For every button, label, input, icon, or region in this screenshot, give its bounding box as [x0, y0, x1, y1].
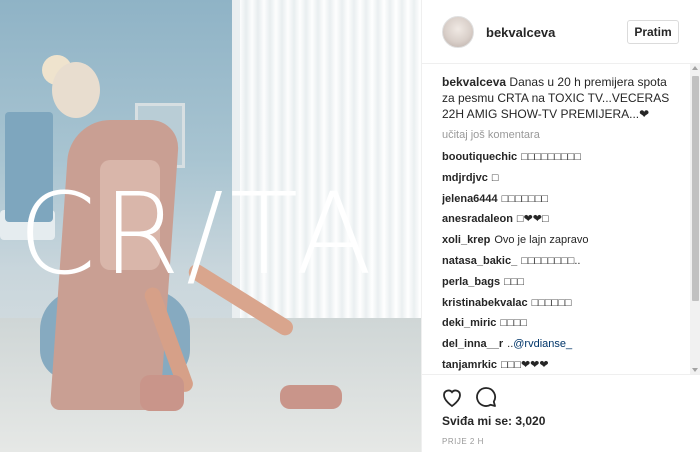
comment-username[interactable]: kristinabekvalac	[442, 297, 528, 309]
instagram-post: CR/TA bekvalceva Pratim bekvalceva Danas…	[0, 0, 700, 452]
caption-username[interactable]: bekvalceva	[442, 75, 506, 89]
comment-username[interactable]: del_inna__r	[442, 338, 503, 350]
comment-username[interactable]: perla_bags	[442, 276, 500, 288]
comment-item: kristinabekvalac □□□□□□	[442, 293, 682, 314]
comment-item: jelena6444 □□□□□□□	[442, 189, 682, 210]
comment-item: deki_miric □□□□	[442, 313, 682, 334]
comment-username[interactable]: xoli_krep	[442, 234, 490, 246]
comment-item: tanjamrkic □□□❤❤❤	[442, 355, 682, 374]
comment-item: natasa_bakic_ □□□□□□□□..	[442, 251, 682, 272]
comment-username[interactable]: mdjrdjvc	[442, 172, 488, 184]
heel-shoe	[140, 375, 184, 411]
comment-text: □❤❤□	[516, 213, 549, 226]
comment-username[interactable]: deki_miric	[442, 317, 496, 329]
comment-text: Ovo je lajn zapravo	[494, 234, 589, 247]
comment-text: □□□□	[500, 317, 527, 330]
post-sidebar: bekvalceva Pratim bekvalceva Danas u 20 …	[421, 0, 700, 452]
comment-username[interactable]: anesradaleon	[442, 213, 513, 225]
scroll-up-arrow-icon[interactable]	[692, 66, 698, 70]
comment-text: □□□□□□□□..	[521, 254, 581, 267]
post-timestamp[interactable]: PRIJE 2 H	[442, 437, 484, 446]
load-more-comments-link[interactable]: učitaj još komentara	[442, 126, 682, 144]
image-title-text: CR/TA	[18, 170, 379, 300]
comment-text: □	[491, 171, 499, 184]
comment-item: del_inna__r ..@rvdianse_	[442, 334, 682, 355]
comment-username[interactable]: natasa_bakic_	[442, 255, 517, 267]
username-link[interactable]: bekvalceva	[486, 25, 555, 40]
comments-scrollbar[interactable]	[690, 64, 700, 374]
woman-head	[52, 62, 100, 118]
comment-item: perla_bags □□□	[442, 272, 682, 293]
follow-button[interactable]: Pratim	[627, 20, 679, 44]
comment-username[interactable]: jelena6444	[442, 193, 498, 205]
scroll-down-arrow-icon[interactable]	[692, 368, 698, 372]
comment-text: □□□❤❤❤	[501, 358, 549, 371]
comments-list: bekvalceva Danas u 20 h premijera spota …	[442, 74, 682, 374]
likes-label: Sviđa mi se:	[442, 414, 513, 428]
comment-text: □□□	[504, 275, 525, 288]
avatar[interactable]	[442, 16, 474, 48]
post-header: bekvalceva Pratim	[422, 0, 700, 64]
heel-shoe	[280, 385, 342, 409]
comment-item: mdjrdjvc □	[442, 168, 682, 189]
comment-text: □□□□□□□	[501, 192, 549, 205]
comment-item: anesradaleon □❤❤□	[442, 209, 682, 230]
comment-text: □□□□□□	[531, 296, 572, 309]
comment-mention-link[interactable]: @rvdianse_	[513, 338, 572, 350]
caption: bekvalceva Danas u 20 h premijera spota …	[442, 74, 682, 122]
post-image[interactable]: CR/TA	[0, 0, 421, 452]
comment-username[interactable]: tanjamrkic	[442, 359, 497, 371]
comment-text: □□□□□□□□□	[521, 151, 581, 163]
heart-icon[interactable]	[440, 385, 464, 409]
post-actions: Sviđa mi se: 3,020 PRIJE 2 H	[422, 374, 700, 452]
scroll-thumb[interactable]	[692, 76, 699, 301]
likes-number: 3,020	[515, 414, 546, 428]
comment-bubble-icon[interactable]	[474, 385, 498, 409]
comment-item: booutiquechic □□□□□□□□□	[442, 147, 682, 168]
comment-username[interactable]: booutiquechic	[442, 151, 517, 163]
comment-item: xoli_krep Ovo je lajn zapravo	[442, 230, 682, 251]
likes-count[interactable]: Sviđa mi se: 3,020	[442, 414, 545, 428]
